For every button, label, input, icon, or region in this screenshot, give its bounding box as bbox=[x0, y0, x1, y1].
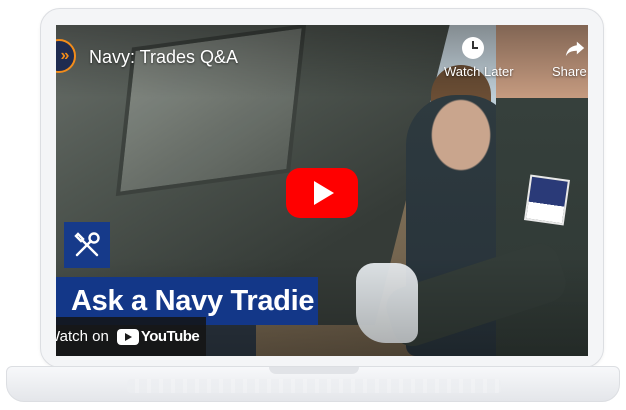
laptop-keyboard bbox=[127, 379, 501, 393]
youtube-wordmark: YouTube bbox=[140, 328, 200, 345]
youtube-logo-icon: YouTube bbox=[116, 328, 200, 345]
share-label: Share bbox=[552, 64, 587, 79]
clock-icon bbox=[462, 37, 484, 59]
overlay-banner-text: Ask a Navy Tradie bbox=[71, 284, 315, 317]
watch-later-button[interactable]: Watch Later bbox=[444, 37, 514, 81]
play-icon bbox=[314, 181, 334, 205]
play-button[interactable] bbox=[286, 168, 358, 218]
video-title[interactable]: Navy: Trades Q&A bbox=[89, 47, 238, 68]
laptop-notch bbox=[269, 367, 359, 374]
watch-on-youtube-button[interactable]: Watch on YouTube bbox=[56, 317, 206, 356]
video-player[interactable]: » Navy: Trades Q&A Watch Later Share Ask… bbox=[56, 25, 588, 356]
share-arrow-icon bbox=[565, 41, 585, 57]
share-button[interactable]: Share bbox=[552, 37, 588, 81]
tools-badge bbox=[64, 222, 110, 268]
watch-on-label: Watch on bbox=[56, 328, 109, 345]
youtube-play-mark bbox=[116, 328, 139, 345]
watch-later-label: Watch Later bbox=[444, 64, 514, 79]
laptop-base bbox=[6, 366, 620, 402]
wrench-screwdriver-icon bbox=[74, 232, 100, 257]
channel-logo-glyph: » bbox=[60, 47, 70, 64]
